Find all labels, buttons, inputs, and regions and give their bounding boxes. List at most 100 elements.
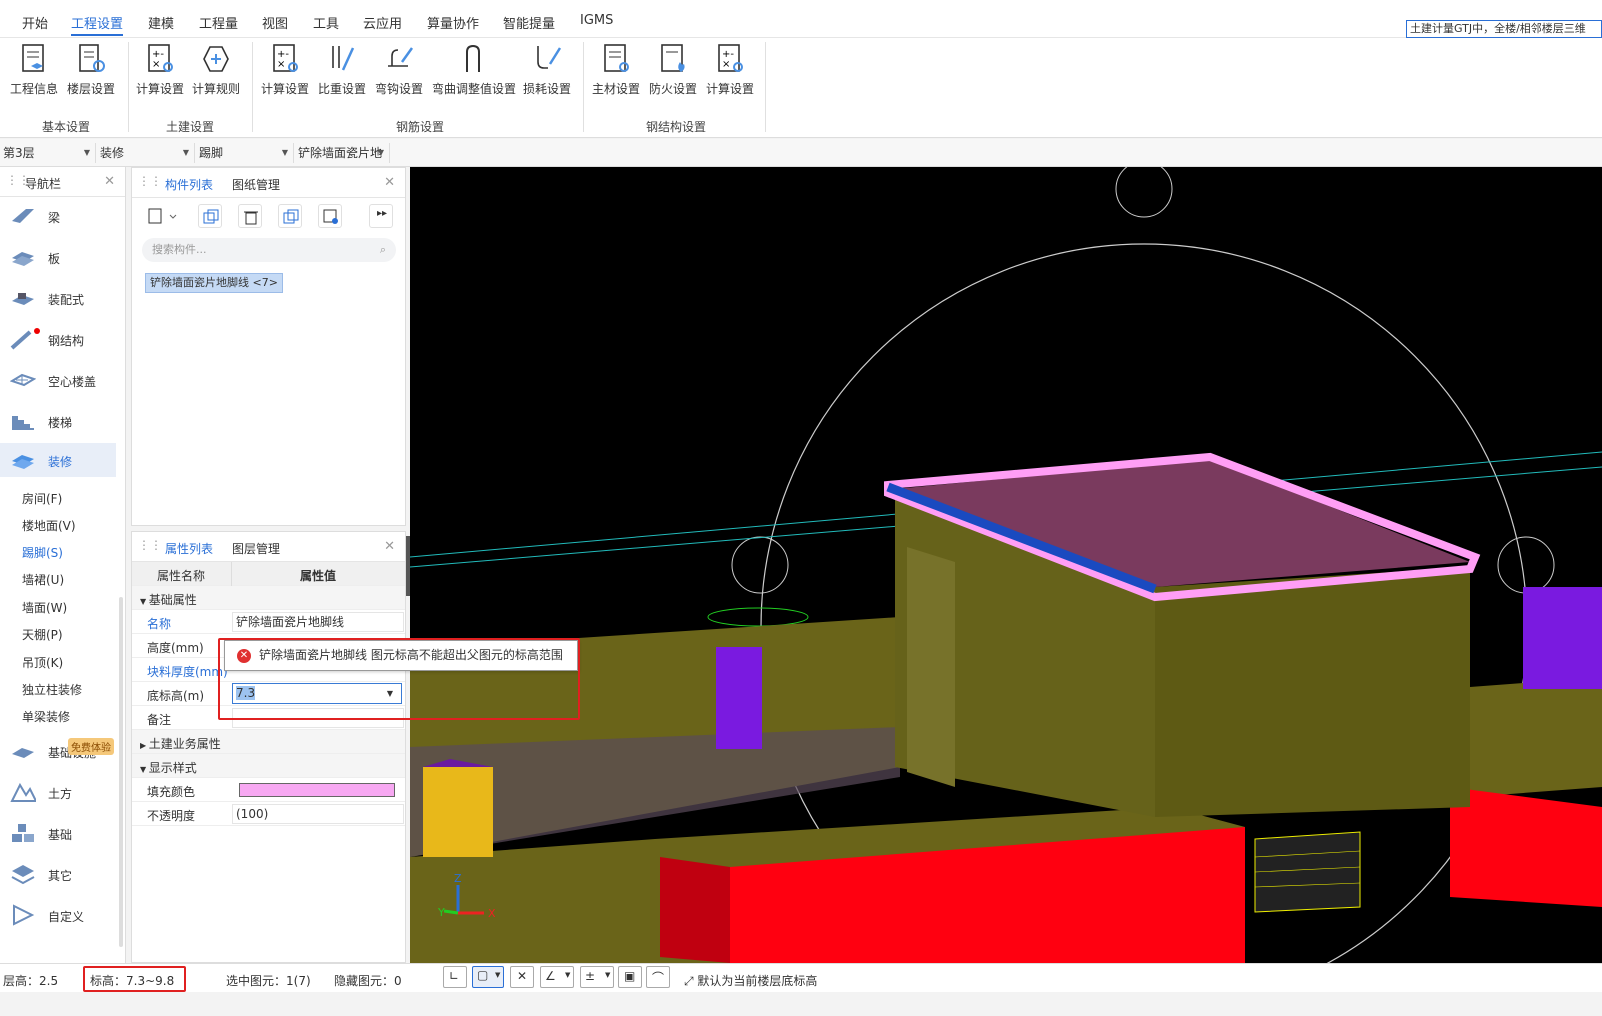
menu-quantities[interactable]: 工程量 — [199, 13, 238, 32]
close-icon[interactable]: ✕ — [384, 175, 395, 190]
nav-item-beam[interactable]: 梁 — [10, 199, 116, 233]
property-table-header: 属性名称 属性值 — [132, 562, 405, 586]
more-button[interactable]: ▸▸ — [369, 204, 393, 228]
filter-bar: 第3层 ▼ 装修 ▼ 踢脚 ▼ 铲除墙面瓷片地 ▼ — [0, 139, 1602, 167]
steel-calc-settings-button[interactable]: +- × 计算设置 — [706, 42, 754, 97]
menu-igms[interactable]: IGMS — [580, 13, 613, 28]
settings-button[interactable] — [318, 204, 342, 228]
expand-caret-icon: ▶ — [140, 741, 149, 750]
drag-handle-icon[interactable]: ⋮⋮ — [138, 174, 162, 188]
nav-item-decoration[interactable]: 装修 — [0, 443, 116, 477]
calc-rules-button[interactable]: 计算规则 — [192, 42, 240, 97]
loss-settings-button[interactable]: 损耗设置 — [523, 42, 571, 97]
close-icon[interactable]: ✕ — [384, 539, 395, 554]
bend-adjust-settings-button[interactable]: 弯曲调整值设置 — [432, 42, 516, 97]
new-component-button[interactable] — [144, 204, 184, 228]
snap-toggle[interactable]: ▢ ▼ — [472, 966, 504, 988]
property-list-panel: ⋮⋮ 属性列表 图层管理 ✕ 属性名称 属性值 ▼ 基础属性 名称 铲除墙面瓷片地… — [131, 531, 406, 963]
rebar-calc-settings-button[interactable]: +- × 计算设置 — [261, 42, 309, 97]
search-icon[interactable]: ⌕ — [380, 238, 386, 262]
remark-field[interactable] — [232, 708, 404, 728]
menu-smart-extract[interactable]: 智能提量 — [503, 13, 555, 32]
floor-settings-button[interactable]: 楼层设置 — [67, 42, 115, 97]
property-row-fill-color: 填充颜色 — [132, 778, 405, 802]
nav-item-hollow-floor[interactable]: 空心楼盖 — [10, 363, 116, 397]
menu-modeling[interactable]: 建模 — [148, 13, 174, 32]
chevron-down-icon[interactable]: ▼ — [387, 684, 393, 703]
main-material-settings-button[interactable]: 主材设置 — [592, 42, 640, 97]
section-basic-props[interactable]: ▼ 基础属性 — [132, 586, 405, 610]
prefab-icon — [12, 293, 34, 305]
name-field[interactable]: 铲除墙面瓷片地脚线 — [232, 612, 404, 632]
search-input[interactable]: 搜索构件... ⌕ — [142, 238, 396, 262]
tab-component-list[interactable]: 构件列表 — [165, 176, 213, 193]
chevron-down-icon: ▼ — [182, 148, 189, 157]
ortho-toggle[interactable]: ∟ — [443, 966, 467, 988]
density-settings-button[interactable]: 比重设置 — [318, 42, 366, 97]
drag-handle-icon[interactable]: ⋮⋮ — [138, 538, 162, 552]
double-chevron-icon: ▸▸ — [377, 208, 388, 219]
tab-property-list[interactable]: 属性列表 — [165, 540, 213, 557]
copy-button[interactable] — [198, 204, 222, 228]
nav-item-other[interactable]: 其它 — [10, 857, 116, 891]
nav-item-stairs[interactable]: 楼梯 — [10, 404, 116, 438]
tab-layer-management[interactable]: 图层管理 — [232, 540, 280, 557]
earthwork-icon — [10, 782, 36, 802]
group-civil-settings: 土建设置 — [166, 120, 215, 134]
floor-settings-icon — [79, 44, 105, 72]
menu-tools[interactable]: 工具 — [313, 13, 339, 32]
fill-color-swatch[interactable] — [239, 783, 395, 797]
menu-project-settings[interactable]: 工程设置 — [71, 13, 124, 36]
nav-header: ⋮⋮ 导航栏 ✕ — [0, 167, 125, 197]
calc-settings-icon: +-× — [273, 44, 298, 72]
cross-toggle[interactable]: ✕ — [510, 966, 534, 988]
menu-cloud[interactable]: 云应用 — [363, 13, 402, 32]
project-info-button[interactable]: 工程信息 — [10, 42, 58, 97]
tab-drawing-management[interactable]: 图纸管理 — [232, 176, 280, 193]
nav-item-prefab[interactable]: 装配式 — [10, 281, 116, 315]
sub-item-column-decoration[interactable]: 独立柱装修 — [22, 681, 82, 698]
civil-calc-settings-button[interactable]: +- × 计算设置 — [136, 42, 184, 97]
sub-item-floor-surface[interactable]: 楼地面(V) — [22, 517, 76, 534]
type-dropdown[interactable]: 踢脚 ▼ — [196, 143, 294, 163]
floor-dropdown[interactable]: 第3层 ▼ — [0, 143, 96, 163]
svg-text:×: × — [152, 59, 160, 70]
menu-view[interactable]: 视图 — [262, 13, 288, 32]
measure-toggle[interactable]: ▣ — [618, 966, 642, 988]
offset-toggle[interactable]: ± ▼ — [580, 966, 614, 988]
bottom-elevation-input[interactable]: 7.3 ▼ — [232, 683, 402, 704]
hook-settings-button[interactable]: 弯钩设置 — [375, 42, 423, 97]
sub-item-beam-decoration[interactable]: 单梁装修 — [22, 708, 70, 725]
axis-z-label: Z — [454, 872, 462, 885]
nav-item-earthwork[interactable]: 土方 — [10, 775, 116, 809]
fireproof-settings-button[interactable]: 防火设置 — [649, 42, 697, 97]
sub-item-suspended-ceiling[interactable]: 吊顶(K) — [22, 654, 63, 671]
menu-collab[interactable]: 算量协作 — [427, 13, 479, 32]
component-item[interactable]: 铲除墙面瓷片地脚线 <7> — [145, 273, 283, 293]
nav-item-foundation[interactable]: 基础 — [10, 816, 116, 850]
sub-item-room[interactable]: 房间(F) — [22, 490, 62, 507]
curve-toggle[interactable]: ⌒ — [646, 966, 670, 988]
section-display-style[interactable]: ▼ 显示样式 — [132, 754, 405, 778]
angle-toggle[interactable]: ∠ ▼ — [540, 966, 574, 988]
opacity-field[interactable]: (100) — [232, 804, 404, 824]
nav-scrollbar[interactable] — [119, 597, 123, 947]
nav-item-steel[interactable]: 钢结构 — [10, 322, 116, 356]
section-civil-props[interactable]: ▶ 土建业务属性 — [132, 730, 405, 754]
component-dropdown[interactable]: 铲除墙面瓷片地 ▼ — [295, 143, 390, 163]
close-icon[interactable]: ✕ — [104, 174, 115, 189]
sub-item-dado[interactable]: 墙裙(U) — [22, 571, 64, 588]
nav-item-custom[interactable]: 自定义 — [10, 898, 116, 932]
ortho-icon: ∟ — [449, 969, 460, 983]
group-steel-settings: 钢结构设置 — [646, 120, 707, 134]
sub-item-skirting[interactable]: 踢脚(S) — [22, 544, 63, 561]
duplicate-button[interactable] — [278, 204, 302, 228]
nav-item-infrastructure[interactable]: 基础设施 免费体验 — [10, 734, 116, 768]
sub-item-wall-surface[interactable]: 墙面(W) — [22, 599, 67, 616]
3d-viewport[interactable]: Z Y X — [410, 167, 1602, 963]
sub-item-ceiling[interactable]: 天棚(P) — [22, 626, 63, 643]
category-dropdown[interactable]: 装修 ▼ — [97, 143, 195, 163]
menu-start[interactable]: 开始 — [22, 13, 48, 32]
nav-item-slab[interactable]: 板 — [10, 240, 116, 274]
delete-button[interactable] — [238, 204, 262, 228]
